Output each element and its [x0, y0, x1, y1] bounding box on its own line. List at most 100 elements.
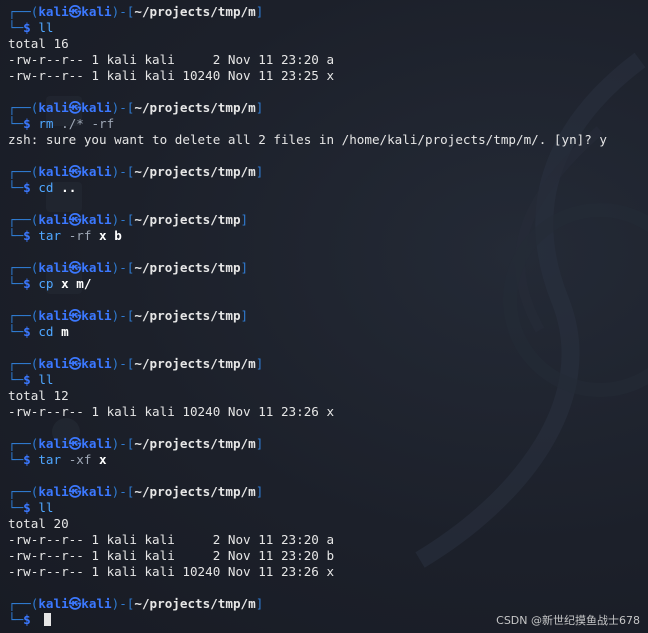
prompt-command-line: └─$ cd .. [8, 180, 644, 196]
prompt-path: ~/projects/tmp [134, 212, 241, 227]
prompt-path: ~/projects/tmp/m [134, 596, 256, 611]
prompt-user: kali [38, 212, 69, 227]
prompt-frame: └─ [8, 276, 24, 291]
prompt-header: ┌──(kali㉿kali)-[~/projects/tmp/m] [8, 484, 644, 500]
prompt-host: kali [81, 484, 112, 499]
prompt-host: kali [81, 356, 112, 371]
command-name: rm [38, 116, 54, 131]
skull-icon: ㉿ [68, 308, 82, 323]
skull-icon: ㉿ [68, 100, 82, 115]
prompt-header: ┌──(kali㉿kali)-[~/projects/tmp] [8, 212, 644, 228]
prompt-dollar: $ [23, 116, 39, 131]
prompt-frame: )-[ [111, 164, 135, 179]
prompt-dollar: $ [23, 500, 39, 515]
output-text: -rw-r--r-- 1 kali kali 10240 Nov 11 23:2… [8, 68, 335, 83]
prompt-frame: ┌──( [8, 436, 39, 451]
terminal-output[interactable]: ┌──(kali㉿kali)-[~/projects/tmp/m] └─$ ll t… [8, 4, 644, 628]
prompt-frame: └─ [8, 452, 24, 467]
prompt-user: kali [38, 308, 69, 323]
prompt-user: kali [38, 596, 69, 611]
prompt-frame: ] [240, 212, 249, 227]
prompt-user: kali [38, 164, 69, 179]
prompt-command-line: └─$ ll [8, 20, 644, 36]
skull-icon: ㉿ [68, 4, 82, 19]
prompt-dollar: $ [23, 372, 39, 387]
prompt-user: kali [38, 356, 69, 371]
prompt-dollar: $ [23, 20, 39, 35]
output-text: total 12 [8, 388, 69, 403]
prompt-path: ~/projects/tmp/m [134, 436, 256, 451]
command-arg: ./* [61, 116, 84, 131]
output-text: zsh: sure you want to delete all 2 files… [8, 132, 607, 147]
prompt-path: ~/projects/tmp/m [134, 484, 256, 499]
prompt-frame: )-[ [111, 260, 135, 275]
prompt-frame: └─ [8, 116, 24, 131]
prompt-frame: ] [240, 260, 249, 275]
csdn-watermark: CSDN @新世纪摸鱼战士678 [496, 614, 640, 627]
skull-icon: ㉿ [68, 484, 82, 499]
command-output-line: zsh: sure you want to delete all 2 files… [8, 132, 644, 148]
prompt-dollar: $ [23, 452, 39, 467]
terminal-window[interactable]: ┌──(kali㉿kali)-[~/projects/tmp/m] └─$ ll t… [0, 0, 648, 633]
prompt-dollar: $ [23, 324, 39, 339]
command-output-line: total 16 [8, 36, 644, 52]
terminal-cursor[interactable] [44, 613, 52, 626]
command-name: cd [38, 180, 54, 195]
output-text: -rw-r--r-- 1 kali kali 10240 Nov 11 23:2… [8, 564, 335, 579]
prompt-host: kali [81, 596, 112, 611]
command-output-line: -rw-r--r-- 1 kali kali 2 Nov 11 23:20 b [8, 548, 644, 564]
prompt-header: ┌──(kali㉿kali)-[~/projects/tmp/m] [8, 4, 644, 20]
prompt-frame: ┌──( [8, 260, 39, 275]
prompt-user: kali [38, 4, 69, 19]
prompt-host: kali [81, 436, 112, 451]
prompt-frame: └─ [8, 500, 24, 515]
command-arg: -rf [68, 228, 92, 243]
skull-icon: ㉿ [68, 260, 82, 275]
command-output-line: -rw-r--r-- 1 kali kali 2 Nov 11 23:20 a [8, 52, 644, 68]
prompt-frame: )-[ [111, 308, 135, 323]
prompt-frame: ] [255, 436, 264, 451]
prompt-command-line: └─$ cd m [8, 324, 644, 340]
prompt-frame: ] [255, 596, 264, 611]
prompt-frame: )-[ [111, 484, 135, 499]
prompt-frame: ┌──( [8, 164, 39, 179]
command-output-line: -rw-r--r-- 1 kali kali 10240 Nov 11 23:2… [8, 68, 644, 84]
prompt-header: ┌──(kali㉿kali)-[~/projects/tmp/m] [8, 596, 644, 612]
command-arg: -rf [91, 116, 115, 131]
command-arg: x [61, 276, 69, 291]
prompt-dollar: $ [23, 180, 39, 195]
command-name: ll [38, 372, 54, 387]
prompt-frame: ┌──( [8, 356, 39, 371]
command-output-line: total 20 [8, 516, 644, 532]
prompt-frame: ┌──( [8, 308, 39, 323]
prompt-frame: )-[ [111, 212, 135, 227]
command-arg: b [114, 228, 122, 243]
command-arg: m [61, 324, 69, 339]
prompt-host: kali [81, 100, 112, 115]
prompt-frame: ┌──( [8, 596, 39, 611]
output-text: -rw-r--r-- 1 kali kali 2 Nov 11 23:20 a [8, 532, 335, 547]
command-name: tar [38, 228, 62, 243]
output-text: -rw-r--r-- 1 kali kali 2 Nov 11 23:20 b [8, 548, 335, 563]
command-output-line: -rw-r--r-- 1 kali kali 10240 Nov 11 23:2… [8, 564, 644, 580]
command-name: cp [38, 276, 54, 291]
prompt-frame: )-[ [111, 436, 135, 451]
prompt-user: kali [38, 100, 69, 115]
prompt-frame: ┌──( [8, 484, 39, 499]
command-name: tar [38, 452, 62, 467]
skull-icon: ㉿ [68, 596, 82, 611]
output-text: -rw-r--r-- 1 kali kali 10240 Nov 11 23:2… [8, 404, 335, 419]
prompt-frame: ] [255, 164, 264, 179]
